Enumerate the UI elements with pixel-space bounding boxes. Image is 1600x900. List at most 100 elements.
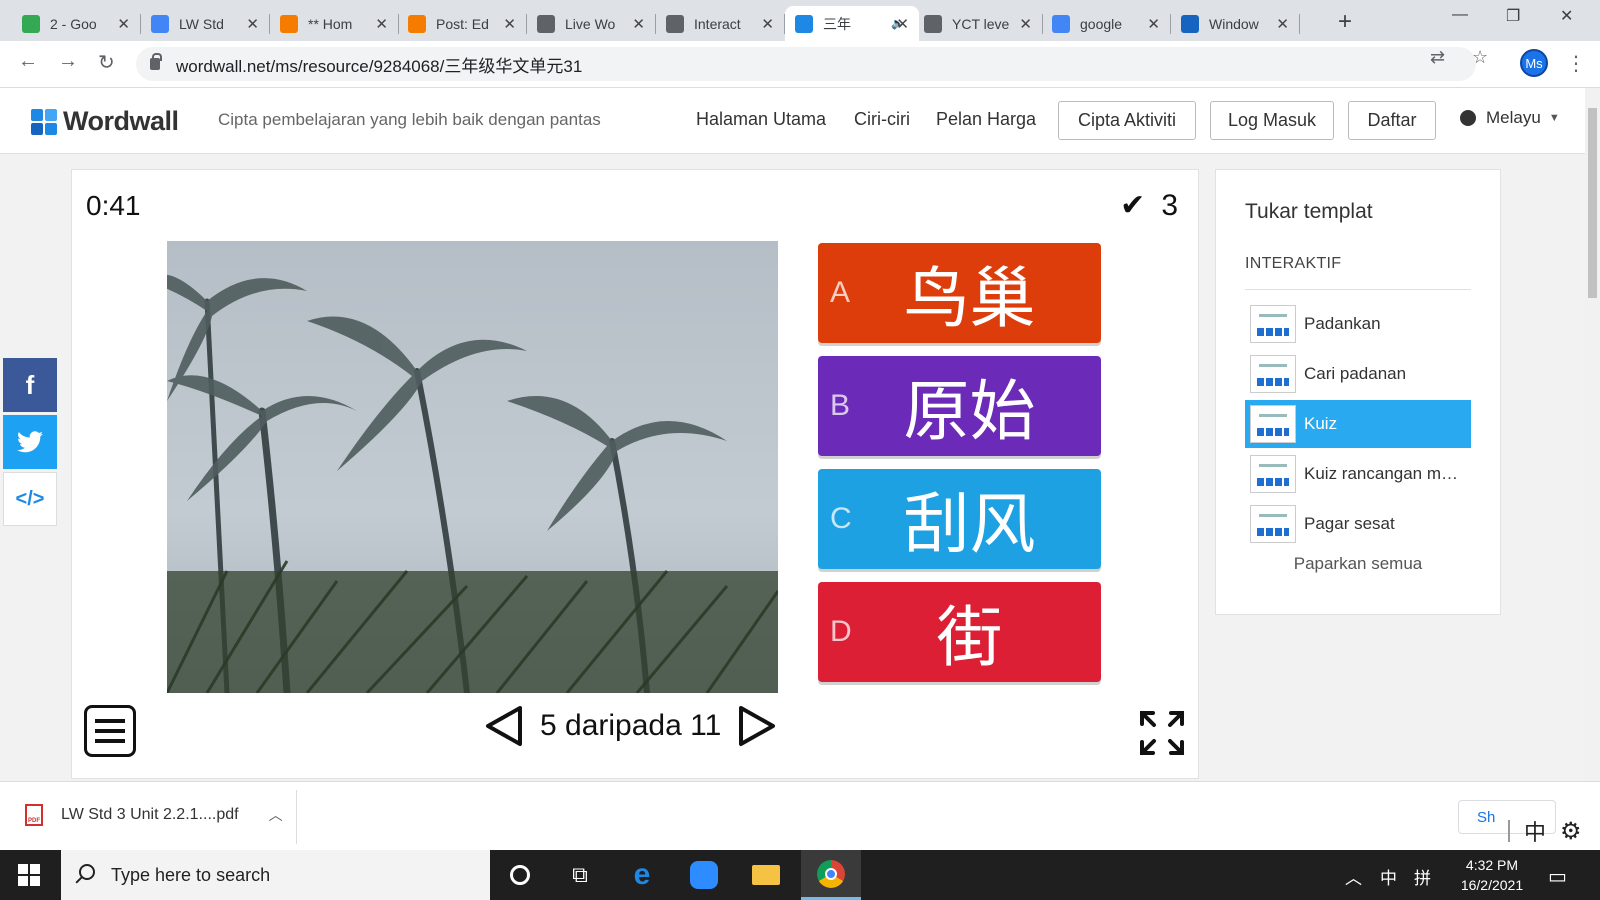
internet-explorer-icon[interactable]: e — [612, 850, 672, 900]
translate-icon[interactable]: ⇄ — [1430, 47, 1445, 68]
tab-title: Post: Ed — [436, 15, 489, 32]
facebook-share-button[interactable]: f — [3, 358, 57, 412]
chevron-up-icon[interactable]: ︿ — [269, 805, 283, 825]
answer-b-button[interactable]: B 原始 — [818, 356, 1101, 456]
wordwall-logo-icon — [31, 108, 57, 135]
input-language-indicator[interactable]: 中 — [1380, 864, 1397, 889]
cortana-icon[interactable] — [490, 850, 550, 900]
close-tab-icon[interactable]: ✕ — [1147, 15, 1160, 33]
file-explorer-icon[interactable] — [736, 850, 796, 900]
chrome-icon[interactable] — [801, 850, 861, 900]
minimize-icon[interactable]: — — [1452, 6, 1468, 24]
browser-tab[interactable]: 三年 🔈 ✕ — [785, 6, 919, 41]
tagline: Cipta pembelajaran yang lebih baik denga… — [218, 110, 601, 129]
windows-start-icon[interactable] — [18, 864, 40, 886]
ime-mode[interactable]: 中 — [1524, 815, 1546, 847]
taskbar-search[interactable]: Type here to search — [61, 850, 490, 900]
search-icon — [79, 864, 95, 880]
close-tab-icon[interactable]: ✕ — [117, 15, 130, 33]
globe-icon — [1460, 110, 1476, 126]
answer-a-button[interactable]: A 鸟巢 — [818, 243, 1101, 343]
twitter-share-button[interactable] — [3, 415, 57, 469]
embed-button[interactable]: </> — [3, 472, 57, 526]
download-filename: LW Std 3 Unit 2.2.1....pdf — [61, 806, 239, 823]
checkmark-icon: ✔ — [1120, 189, 1146, 222]
login-button[interactable]: Log Masuk — [1210, 101, 1334, 140]
ime-grip[interactable] — [1508, 820, 1510, 842]
browser-tab[interactable]: Interact ✕ — [656, 6, 785, 41]
globe-icon — [537, 14, 555, 33]
close-window-icon[interactable]: ✕ — [1560, 6, 1573, 26]
hamburger-menu-icon[interactable] — [84, 705, 136, 757]
browser-menu-icon[interactable]: ⋮ — [1566, 51, 1586, 76]
wordwall-logo[interactable]: Wordwall — [31, 106, 179, 137]
zoom-icon[interactable] — [674, 850, 734, 900]
browser-tab[interactable]: 2 - Goo ✕ — [12, 6, 141, 41]
template-pagar-sesat[interactable]: Pagar sesat — [1245, 500, 1471, 548]
previous-arrow-icon[interactable] — [482, 704, 526, 748]
close-tab-icon[interactable]: ✕ — [896, 15, 909, 33]
close-tab-icon[interactable]: ✕ — [632, 15, 645, 33]
fullscreen-icon[interactable] — [1139, 710, 1185, 756]
system-clock[interactable]: 4:32 PM 16/2/2021 — [1452, 855, 1532, 895]
new-tab-icon[interactable]: + — [1338, 8, 1352, 36]
close-tab-icon[interactable]: ✕ — [1276, 15, 1289, 33]
register-button[interactable]: Daftar — [1348, 101, 1436, 140]
scrollbar-thumb[interactable] — [1588, 108, 1597, 298]
input-layout-indicator[interactable]: 拼 — [1414, 864, 1431, 889]
template-thumbnail — [1250, 405, 1296, 443]
back-icon[interactable]: ← — [18, 50, 38, 73]
windows-taskbar: Type here to search ⧉ e ︿ 中 拼 4:32 PM 16… — [0, 850, 1600, 900]
lock-icon[interactable] — [150, 53, 162, 70]
browser-tab[interactable]: google ✕ — [1042, 6, 1171, 41]
close-tab-icon[interactable]: ✕ — [375, 15, 388, 33]
answer-d-button[interactable]: D 街 — [818, 582, 1101, 682]
notifications-icon[interactable]: ▭ — [1548, 864, 1567, 889]
answer-text: 刮风 — [903, 486, 1036, 563]
template-label: Padankan — [1304, 314, 1381, 333]
wordwall-icon — [795, 14, 813, 33]
tab-strip: 2 - Goo ✕ LW Std ✕ ** Hom ✕ Post: Ed ✕ Live Wo ✕ I… — [0, 0, 1600, 41]
nav-pricing[interactable]: Pelan Harga — [936, 109, 1036, 130]
download-item[interactable]: PDF LW Std 3 Unit 2.2.1....pdf ︿ — [25, 804, 283, 826]
language-selector[interactable]: Melayu ▼ — [1460, 108, 1560, 128]
next-arrow-icon[interactable] — [735, 704, 779, 748]
nav-features[interactable]: Ciri-ciri — [854, 109, 910, 130]
tab-title: Window — [1209, 15, 1259, 32]
bookmark-star-icon[interactable]: ☆ — [1472, 47, 1488, 68]
gear-icon[interactable]: ⚙ — [1560, 817, 1582, 846]
reload-icon[interactable]: ↻ — [98, 50, 115, 75]
search-placeholder: Type here to search — [111, 864, 271, 885]
nav-home[interactable]: Halaman Utama — [696, 109, 826, 130]
restore-icon[interactable]: ❐ — [1506, 6, 1520, 26]
template-thumbnail — [1250, 505, 1296, 543]
show-all-templates-link[interactable]: Paparkan semua — [1216, 554, 1500, 574]
url-text[interactable]: wordwall.net/ms/resource/9284068/三年级华文单元… — [176, 52, 582, 77]
address-bar[interactable]: wordwall.net/ms/resource/9284068/三年级华文单元… — [136, 47, 1476, 81]
tab-title: Live Wo — [565, 15, 616, 32]
browser-tab[interactable]: Live Wo ✕ — [527, 6, 656, 41]
page-scrollbar[interactable] — [1585, 88, 1600, 781]
task-view-icon[interactable]: ⧉ — [550, 850, 610, 900]
browser-tab[interactable]: Window ✕ — [1171, 6, 1300, 41]
template-padankan[interactable]: Padankan — [1245, 300, 1471, 348]
answer-text: 街 — [936, 599, 1003, 676]
browser-tab[interactable]: Post: Ed ✕ — [398, 6, 527, 41]
create-activity-button[interactable]: Cipta Aktiviti — [1058, 101, 1196, 140]
forward-icon[interactable]: → — [58, 50, 78, 73]
close-tab-icon[interactable]: ✕ — [246, 15, 259, 33]
profile-avatar[interactable]: Ms — [1520, 49, 1548, 77]
tray-chevron-up-icon[interactable]: ︿ — [1345, 864, 1362, 889]
close-tab-icon[interactable]: ✕ — [1019, 15, 1032, 33]
template-cari-padanan[interactable]: Cari padanan — [1245, 350, 1471, 398]
template-kuiz[interactable]: Kuiz — [1245, 400, 1471, 448]
browser-tab[interactable]: ** Hom ✕ — [270, 6, 399, 41]
browser-tab[interactable]: YCT leve ✕ — [914, 6, 1043, 41]
answer-c-button[interactable]: C 刮风 — [818, 469, 1101, 569]
close-tab-icon[interactable]: ✕ — [761, 15, 774, 33]
browser-tab[interactable]: LW Std ✕ — [141, 6, 270, 41]
template-kuiz-rancangan[interactable]: Kuiz rancangan ma... — [1245, 450, 1471, 498]
tab-title: 三年 — [823, 15, 851, 32]
code-icon: </> — [15, 487, 45, 510]
close-tab-icon[interactable]: ✕ — [503, 15, 516, 33]
